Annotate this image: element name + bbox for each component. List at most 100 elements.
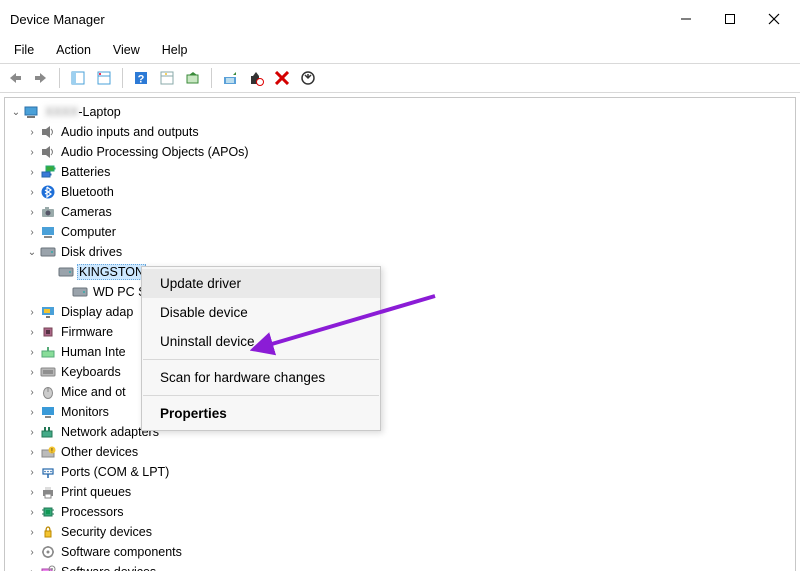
tree-category-soft-dev[interactable]: ›Software devices [7,562,793,571]
uninstall-button[interactable] [271,67,293,89]
properties-button[interactable] [93,67,115,89]
minimize-button[interactable] [664,6,708,32]
tree-category-processors[interactable]: › Processors [7,502,793,522]
device-label: KINGSTON [77,264,146,280]
ctx-uninstall-device[interactable]: Uninstall device [142,327,380,356]
category-label: Human Inte [59,345,128,359]
chevron-right-icon[interactable]: › [30,407,33,418]
menu-help[interactable]: Help [152,40,198,60]
speaker-icon [39,124,57,140]
tree-category-hid[interactable]: › Human Inte [7,342,793,362]
category-label: Keyboards [59,365,123,379]
scan-button[interactable] [182,67,204,89]
port-icon [39,464,57,480]
tree-category-bluetooth[interactable]: › Bluetooth [7,182,793,202]
chevron-right-icon[interactable]: › [30,487,33,498]
show-hide-tree-button[interactable] [67,67,89,89]
device-tree-panel[interactable]: ⌄ XXXX-Laptop ›Audio inputs and outputs›… [4,97,796,571]
svg-text:?: ? [138,74,145,86]
toolbar-sep [59,68,60,88]
chevron-right-icon[interactable]: › [30,387,33,398]
chevron-right-icon[interactable]: › [30,187,33,198]
tree-device-wd[interactable]: WD PC S [7,282,793,302]
enable-button[interactable] [297,67,319,89]
tree-category-computer[interactable]: › Computer [7,222,793,242]
tree-category-cameras[interactable]: › Cameras [7,202,793,222]
tree-category-security[interactable]: › Security devices [7,522,793,542]
mouse-icon [39,384,57,400]
category-label: Processors [59,505,126,519]
update-driver-button[interactable] [219,67,241,89]
softdev-icon [39,564,57,571]
chevron-right-icon[interactable]: › [30,547,33,558]
category-label: Cameras [59,205,114,219]
action-prop-button[interactable] [156,67,178,89]
toolbar: ? [0,63,800,93]
chevron-right-icon[interactable]: › [30,567,33,571]
tree-category-monitors[interactable]: ›Monitors [7,402,793,422]
tree-category-printq[interactable]: ›Print queues [7,482,793,502]
tree-root[interactable]: ⌄ XXXX-Laptop [7,102,793,122]
chevron-right-icon[interactable]: › [30,307,33,318]
chevron-right-icon[interactable]: › [30,147,33,158]
menu-file[interactable]: File [4,40,44,60]
window-controls [664,6,796,32]
keyboard-icon [39,364,57,380]
chevron-right-icon[interactable]: › [30,447,33,458]
menu-view[interactable]: View [103,40,150,60]
tree-category-mice[interactable]: ›Mice and ot [7,382,793,402]
category-label: Audio inputs and outputs [59,125,201,139]
tree-category-disk-drives[interactable]: ⌄Disk drives [7,242,793,262]
chevron-right-icon[interactable]: › [30,227,33,238]
display-icon [39,304,57,320]
chevron-right-icon[interactable]: › [30,467,33,478]
tree-category-firmware[interactable]: ›Firmware [7,322,793,342]
computer-icon [39,224,57,240]
device-tree: ⌄ XXXX-Laptop ›Audio inputs and outputs›… [5,98,795,571]
tree-category-ports[interactable]: ›Ports (COM & LPT) [7,462,793,482]
forward-button[interactable] [30,67,52,89]
chevron-right-icon[interactable]: › [30,367,33,378]
tree-category-audio-io[interactable]: › Audio inputs and outputs [7,122,793,142]
ctx-update-driver[interactable]: Update driver [142,269,380,298]
category-label: Software components [59,545,184,559]
hid-icon [39,344,57,360]
chevron-right-icon[interactable]: › [30,507,33,518]
tree-category-keyboards[interactable]: › Keyboards [7,362,793,382]
chevron-right-icon[interactable]: › [30,207,33,218]
tree-device-kingston[interactable]: KINGSTON [7,262,793,282]
chevron-down-icon[interactable]: ⌄ [28,247,36,258]
chevron-right-icon[interactable]: › [30,427,33,438]
chevron-right-icon[interactable]: › [30,527,33,538]
tree-category-other[interactable]: ›!Other devices [7,442,793,462]
speaker-icon [39,144,57,160]
ctx-separator [143,359,379,360]
chevron-down-icon[interactable]: ⌄ [12,107,20,118]
maximize-button[interactable] [708,6,752,32]
toolbar-sep [211,68,212,88]
tree-category-audio-proc[interactable]: ›Audio Processing Objects (APOs) [7,142,793,162]
category-label: Other devices [59,445,140,459]
tree-category-display[interactable]: ›Display adap [7,302,793,322]
titlebar: Device Manager [0,0,800,38]
ctx-properties[interactable]: Properties [142,399,380,428]
tree-category-soft-comp[interactable]: › Software components [7,542,793,562]
help-button[interactable]: ? [130,67,152,89]
ctx-disable-device[interactable]: Disable device [142,298,380,327]
chevron-right-icon[interactable]: › [30,167,33,178]
chevron-right-icon[interactable]: › [30,327,33,338]
menu-action[interactable]: Action [46,40,101,60]
ctx-scan-hardware[interactable]: Scan for hardware changes [142,363,380,392]
close-button[interactable] [752,6,796,32]
chevron-right-icon[interactable]: › [30,127,33,138]
disable-button[interactable] [245,67,267,89]
category-label: Security devices [59,525,154,539]
tree-category-network[interactable]: ›Network adapters [7,422,793,442]
category-label: Computer [59,225,118,239]
tree-category-batteries[interactable]: ›Batteries [7,162,793,182]
back-button[interactable] [4,67,26,89]
toolbar-sep [122,68,123,88]
cpu-icon [39,504,57,520]
chevron-right-icon[interactable]: › [30,347,33,358]
category-label: Bluetooth [59,185,116,199]
